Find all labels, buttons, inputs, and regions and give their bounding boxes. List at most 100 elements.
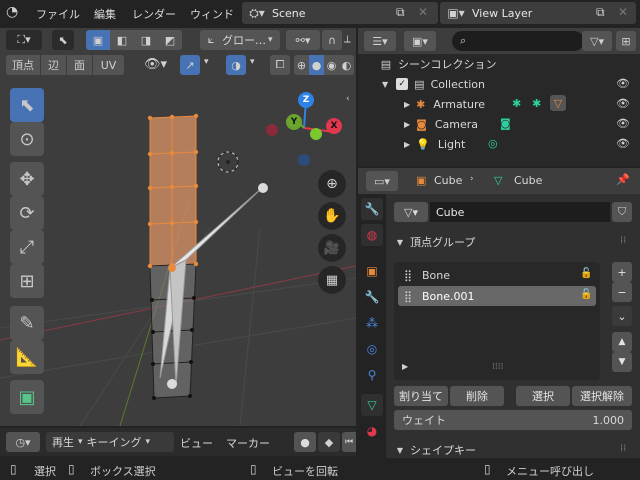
list-resize-handle-icon[interactable]: ⁞⁞⁞⁞ bbox=[492, 362, 503, 372]
transform-orientation-select[interactable]: ⟀ グロー… ▾ bbox=[200, 30, 280, 50]
visibility-icon[interactable]: 👁▾ bbox=[144, 57, 167, 72]
move-down-button[interactable]: ▼ bbox=[612, 352, 632, 372]
gizmo-toggle-button[interactable]: ↗ bbox=[180, 55, 200, 75]
tab-edge[interactable]: 辺 bbox=[40, 55, 66, 75]
menu-render[interactable]: レンダー bbox=[132, 6, 176, 22]
lock-icon[interactable]: 🔓 bbox=[580, 289, 592, 300]
outliner-row-collection[interactable]: ▼ ✓ ▤ Collection 👁 bbox=[358, 74, 640, 94]
outliner-search-input[interactable]: ⌕ bbox=[452, 31, 584, 51]
scale-tool[interactable]: ⤢ bbox=[10, 230, 44, 264]
timeline-editor-type-button[interactable]: ◷▾ bbox=[6, 432, 40, 452]
cursor-tool[interactable]: ⊙ bbox=[10, 122, 44, 156]
properties-editor-type-button[interactable]: ▭▾ bbox=[366, 171, 398, 191]
menu-marker[interactable]: マーカー bbox=[226, 435, 270, 451]
xray-toggle-button[interactable]: ⧠ bbox=[270, 55, 290, 75]
new-collection-button[interactable]: ⊞ bbox=[616, 31, 636, 51]
weight-slider[interactable]: ウェイト 1.000 bbox=[394, 410, 632, 430]
expand-right-icon[interactable]: ▶ bbox=[404, 100, 410, 109]
close-icon[interactable]: ✕ bbox=[618, 5, 628, 19]
gizmo-axis-z[interactable]: Z bbox=[298, 92, 314, 108]
chevron-down-icon[interactable]: ▾ bbox=[250, 57, 255, 67]
chevron-down-icon[interactable]: ▾ bbox=[204, 57, 209, 67]
tab-tool[interactable]: 🔧 bbox=[361, 198, 383, 220]
expand-right-icon[interactable]: ▶ bbox=[404, 140, 410, 149]
tab-particles[interactable]: ⁂ bbox=[361, 312, 383, 334]
view-layer-selector[interactable]: ▣▾ View Layer ⧉ ✕ bbox=[440, 2, 636, 24]
tab-vertex[interactable]: 頂点 bbox=[6, 55, 40, 75]
tab-modifiers[interactable]: 🔧 bbox=[361, 286, 383, 308]
tab-constraints[interactable]: ⚲ bbox=[361, 364, 383, 386]
menu-file[interactable]: ファイル bbox=[36, 6, 80, 22]
gizmo-axis-y[interactable]: Y bbox=[286, 114, 302, 130]
move-tool[interactable]: ✥ bbox=[10, 162, 44, 196]
intersect-selection-icon[interactable]: ◩ bbox=[158, 34, 182, 47]
add-cube-tool[interactable]: ▣ bbox=[10, 380, 44, 414]
overlay-toggle-button[interactable]: ◑ bbox=[226, 55, 246, 75]
rendered-icon[interactable]: ◐ bbox=[339, 59, 354, 72]
eye-icon[interactable]: 👁 bbox=[616, 77, 630, 90]
tab-physics[interactable]: ◎ bbox=[361, 338, 383, 360]
rotate-tool[interactable]: ⟳ bbox=[10, 196, 44, 230]
menu-view[interactable]: ビュー bbox=[180, 435, 213, 451]
add-vertex-group-button[interactable]: + bbox=[612, 262, 632, 282]
menu-edit[interactable]: 編集 bbox=[94, 6, 116, 22]
wireframe-icon[interactable]: ⊕ bbox=[294, 59, 309, 72]
display-mode-button[interactable]: ▣▾ bbox=[404, 31, 436, 51]
tab-face[interactable]: 面 bbox=[66, 55, 92, 75]
list-item-selected[interactable]: ⣿ Bone.001 🔓 bbox=[398, 286, 596, 306]
vertex-group-list[interactable]: ⣿ Bone 🔓 ⣿ Bone.001 🔓 ▶ ⁞⁞⁞⁞ bbox=[394, 262, 600, 380]
list-filter-expand-icon[interactable]: ▶ bbox=[402, 362, 408, 371]
eye-icon[interactable]: 👁 bbox=[616, 117, 630, 130]
outliner-row-light[interactable]: ▶ 💡 Light ◎ 👁 bbox=[358, 134, 640, 154]
drag-handle-icon[interactable]: ⁞⁞ bbox=[620, 443, 626, 454]
tab-object[interactable]: ▣ bbox=[361, 260, 383, 282]
extend-selection-icon[interactable]: ◧ bbox=[110, 34, 134, 47]
editor-type-button[interactable]: ⛶▾ bbox=[6, 30, 42, 50]
mesh-browse-button[interactable]: ▽▾ bbox=[394, 202, 428, 222]
camera-view-icon[interactable]: 🎥 bbox=[318, 234, 346, 262]
vertex-group-specials-button[interactable]: ⌄ bbox=[612, 306, 632, 326]
hand-pan-icon[interactable]: ✋ bbox=[318, 202, 346, 230]
move-up-button[interactable]: ▲ bbox=[612, 332, 632, 352]
select-box-tool[interactable]: ⬉ bbox=[10, 88, 44, 122]
select-mode-button[interactable]: ⬉ bbox=[52, 30, 74, 50]
assign-button[interactable]: 割り当て bbox=[394, 386, 448, 406]
snap-button[interactable]: ∩ bbox=[322, 30, 342, 50]
sidebar-toggle-icon[interactable]: ‹ bbox=[346, 94, 350, 104]
expand-right-icon[interactable]: ▶ bbox=[404, 120, 410, 129]
outliner-row-armature[interactable]: ▶ ✱ Armature ✱ ✱ ▽ 👁 bbox=[358, 94, 640, 114]
tab-material[interactable]: ◕ bbox=[361, 420, 383, 442]
tab-scene[interactable]: ◍ bbox=[361, 224, 383, 246]
eye-icon[interactable]: 👁 bbox=[616, 97, 630, 110]
3d-viewport[interactable]: Z Y X ⊕ ✋ 🎥 ▦ ‹ bbox=[0, 78, 356, 426]
shape-keys-panel-header[interactable]: ▼ シェイプキー ⁞⁞ bbox=[394, 442, 638, 458]
pin-icon[interactable]: 📌 bbox=[616, 173, 630, 186]
copy-icon[interactable]: ⧉ bbox=[396, 5, 405, 20]
menu-playback[interactable]: 再生 bbox=[46, 434, 74, 450]
record-button[interactable]: ● bbox=[294, 432, 316, 452]
vertex-groups-panel-header[interactable]: ▼ 頂点グループ ⁞⁞ bbox=[394, 232, 638, 252]
pivot-point-button[interactable]: ⚯▾ bbox=[286, 30, 320, 50]
remove-button[interactable]: 削除 bbox=[450, 386, 504, 406]
close-icon[interactable]: ✕ bbox=[418, 5, 428, 19]
select-button[interactable]: 選択 bbox=[516, 386, 570, 406]
menu-keying[interactable]: キーイング bbox=[87, 434, 142, 450]
filter-button[interactable]: ▽▾ bbox=[582, 31, 612, 51]
lock-icon[interactable]: 🔓 bbox=[580, 268, 592, 279]
outliner-row-camera[interactable]: ▶ ◙ Camera ◙ 👁 bbox=[358, 114, 640, 134]
new-selection-icon[interactable]: ▣ bbox=[86, 30, 110, 50]
tab-uv[interactable]: UV bbox=[92, 55, 124, 75]
checkbox-checked-icon[interactable]: ✓ bbox=[396, 78, 409, 90]
mesh-name-field[interactable]: Cube bbox=[430, 202, 610, 222]
expand-down-icon[interactable]: ▼ bbox=[382, 80, 388, 89]
measure-tool[interactable]: 📐 bbox=[10, 340, 44, 374]
list-item[interactable]: ⣿ Bone 🔓 bbox=[398, 265, 596, 285]
material-preview-icon[interactable]: ◉ bbox=[324, 59, 339, 72]
keyframe-type-button[interactable]: ◆ bbox=[318, 432, 340, 452]
menu-window[interactable]: ウィンド bbox=[190, 6, 234, 22]
remove-vertex-group-button[interactable]: − bbox=[612, 282, 632, 302]
outliner-row-scene-collection[interactable]: ▤ シーンコレクション bbox=[358, 54, 640, 74]
perspective-grid-icon[interactable]: ▦ bbox=[318, 266, 346, 294]
outliner-editor-type-button[interactable]: ☰▾ bbox=[364, 31, 396, 51]
zoom-icon[interactable]: ⊕ bbox=[318, 170, 346, 198]
